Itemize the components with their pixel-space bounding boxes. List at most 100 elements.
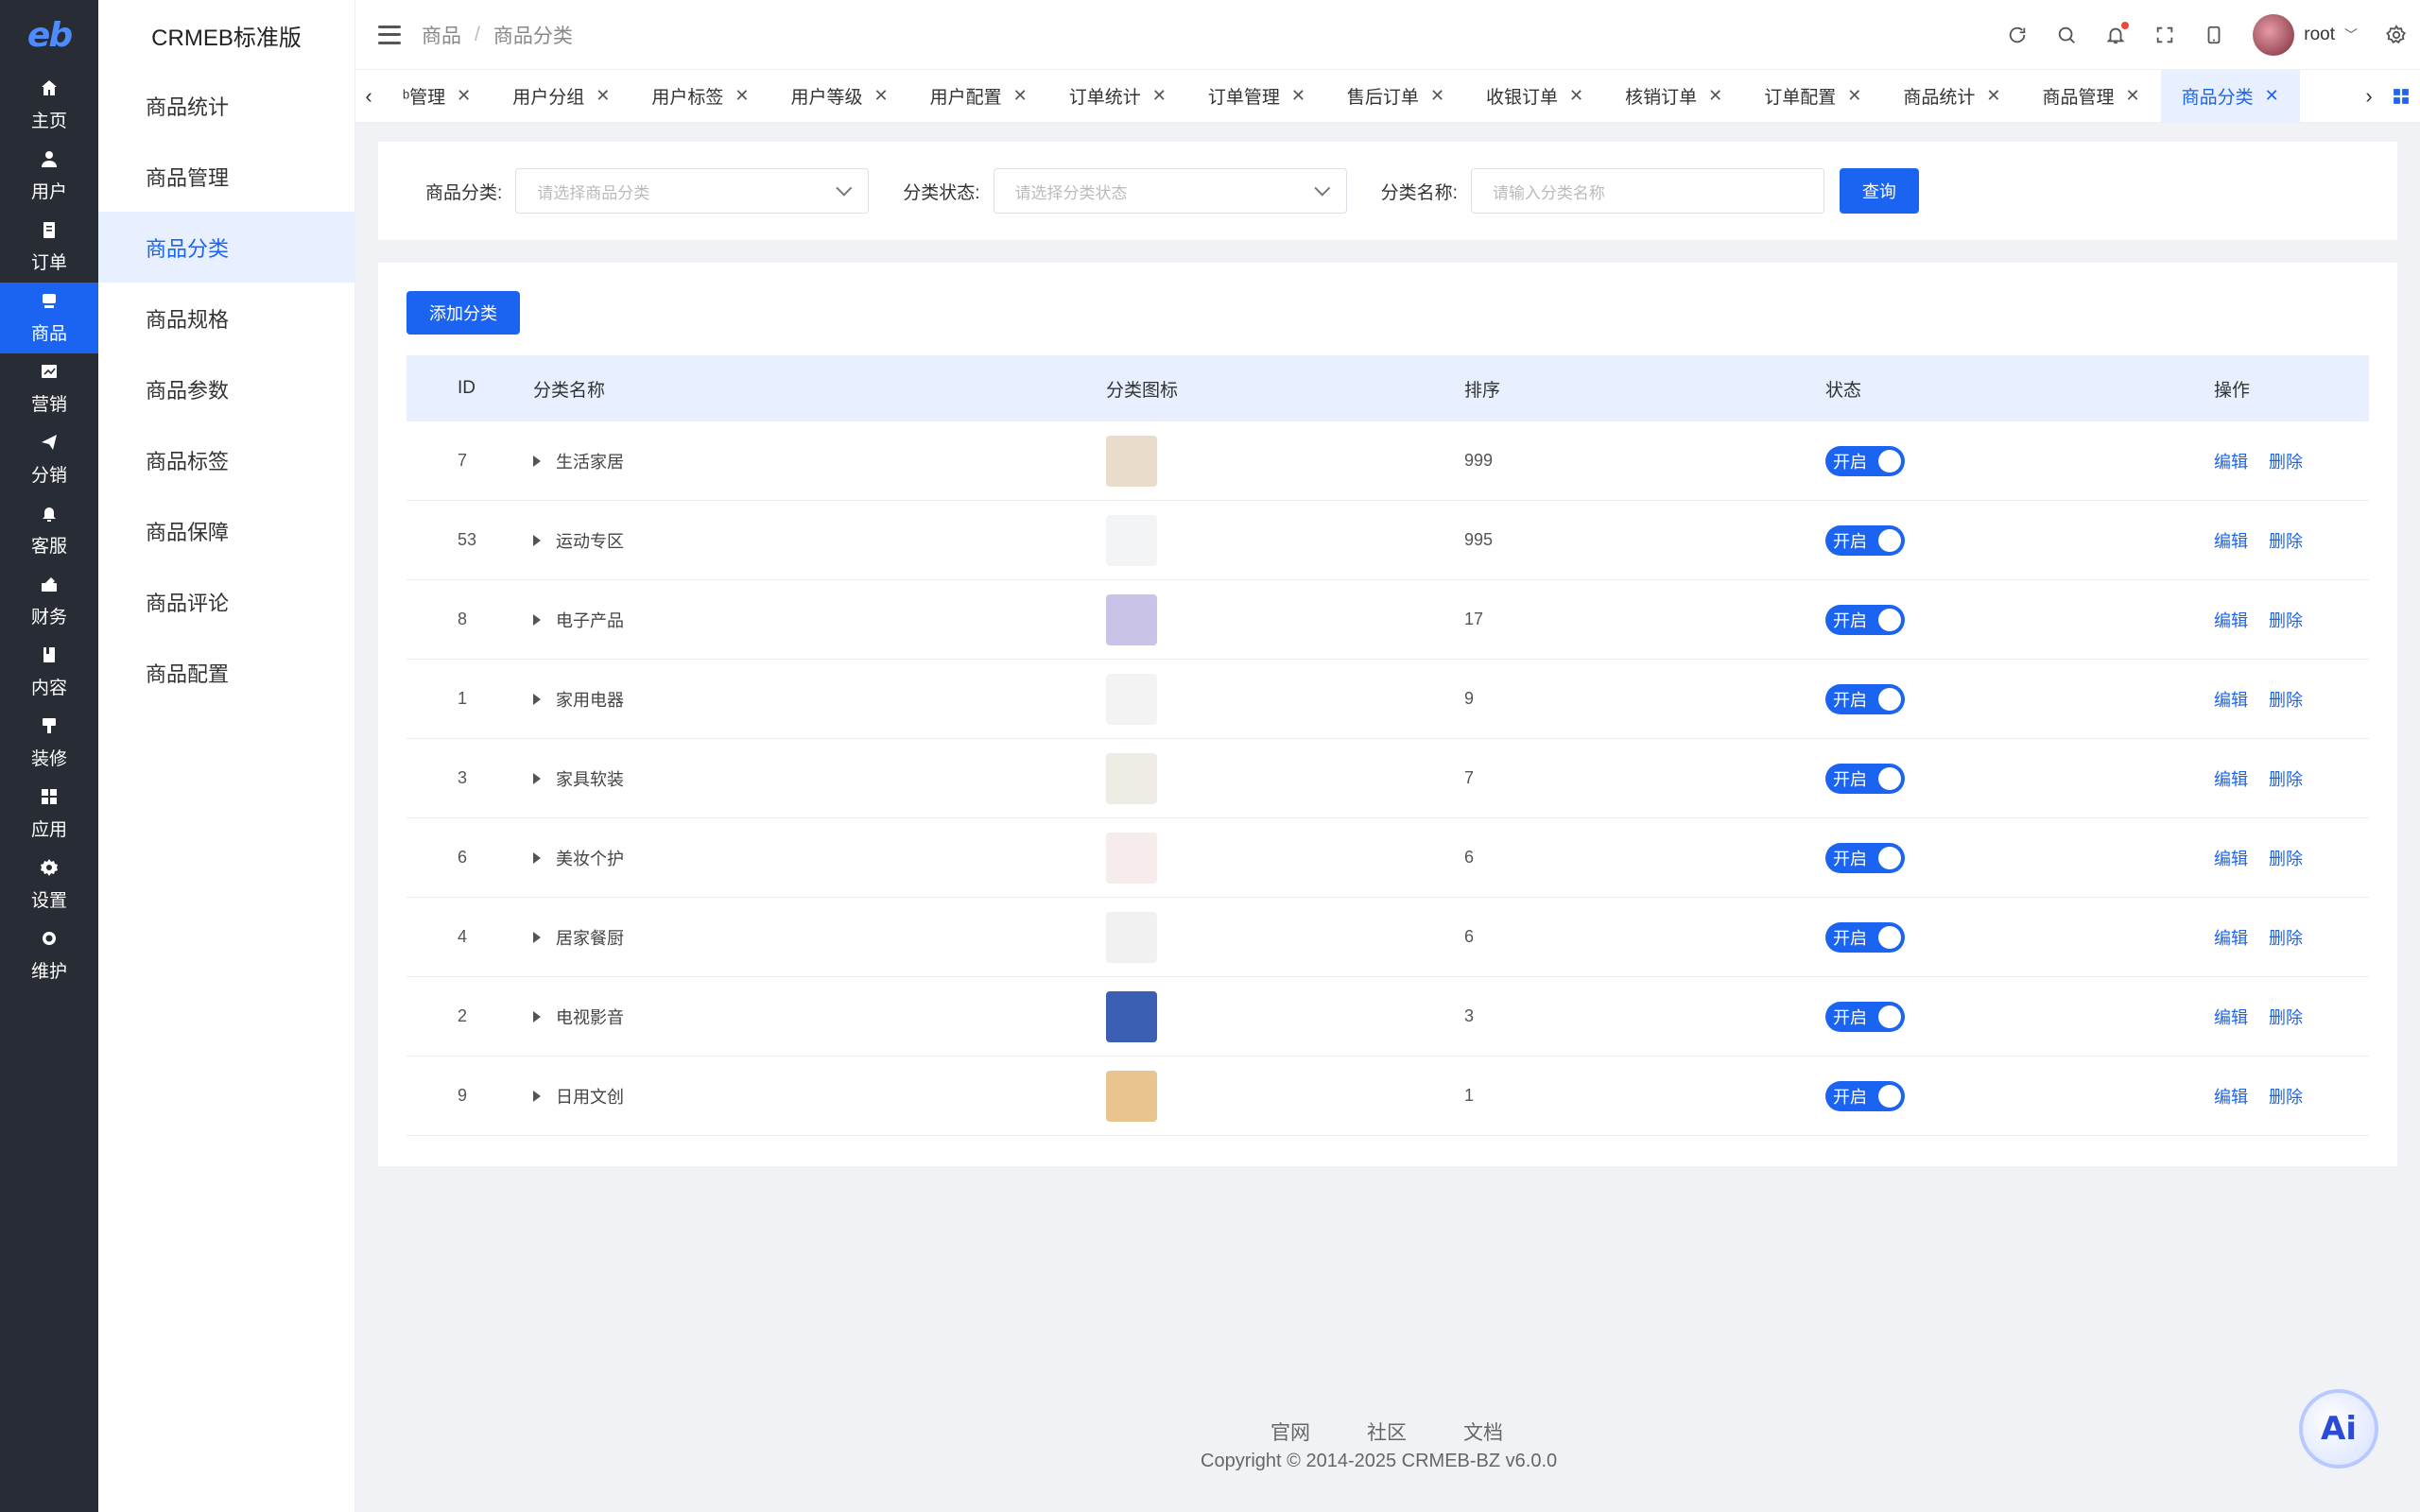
close-icon[interactable]: ✕ bbox=[1013, 86, 1028, 106]
rail-item-2[interactable]: 订单 bbox=[0, 212, 98, 283]
tab-scroll-left-icon[interactable]: ‹ bbox=[355, 84, 382, 109]
delete-link[interactable]: 删除 bbox=[2269, 449, 2303, 473]
close-icon[interactable]: ✕ bbox=[1708, 86, 1722, 106]
expand-caret-icon[interactable] bbox=[533, 931, 541, 943]
rail-item-9[interactable]: 装修 bbox=[0, 708, 98, 779]
edit-link[interactable]: 编辑 bbox=[2214, 925, 2248, 950]
delete-link[interactable]: 删除 bbox=[2269, 846, 2303, 870]
delete-link[interactable]: 删除 bbox=[2269, 608, 2303, 632]
close-icon[interactable]: ✕ bbox=[1847, 86, 1861, 106]
logo[interactable]: eb bbox=[0, 0, 98, 70]
close-icon[interactable]: ✕ bbox=[457, 86, 471, 106]
tab-item[interactable]: 用户配置 ✕ bbox=[909, 70, 1048, 123]
subnav-item-5[interactable]: 商品标签 bbox=[98, 424, 354, 495]
rail-item-1[interactable]: 用户 bbox=[0, 141, 98, 212]
rail-item-6[interactable]: 客服 bbox=[0, 495, 98, 566]
rail-item-11[interactable]: 设置 bbox=[0, 850, 98, 920]
delete-link[interactable]: 删除 bbox=[2269, 687, 2303, 712]
tab-item[interactable]: 订单统计 ✕ bbox=[1048, 70, 1187, 123]
expand-caret-icon[interactable] bbox=[533, 772, 541, 784]
category-select[interactable]: 请选择商品分类 bbox=[515, 168, 870, 214]
delete-link[interactable]: 删除 bbox=[2269, 1084, 2303, 1108]
close-icon[interactable]: ✕ bbox=[596, 86, 610, 106]
status-toggle[interactable]: 开启 bbox=[1825, 1080, 1905, 1111]
edit-link[interactable]: 编辑 bbox=[2214, 528, 2248, 553]
tab-item[interactable]: 订单管理 ✕ bbox=[1187, 70, 1326, 123]
tab-item[interactable]: 售后订单 ✕ bbox=[1326, 70, 1465, 123]
subnav-item-3[interactable]: 商品规格 bbox=[98, 283, 354, 353]
settings-gear-icon[interactable] bbox=[2386, 24, 2407, 45]
tab-item[interactable]: 收银订单 ✕ bbox=[1465, 70, 1604, 123]
delete-link[interactable]: 删除 bbox=[2269, 1005, 2303, 1029]
search-icon[interactable] bbox=[2056, 25, 2077, 45]
status-toggle[interactable]: 开启 bbox=[1825, 921, 1905, 953]
close-icon[interactable]: ✕ bbox=[1569, 86, 1583, 106]
tab-item[interactable]: 核销订单 ✕ bbox=[1604, 70, 1743, 123]
rail-item-0[interactable]: 主页 bbox=[0, 70, 98, 141]
menu-toggle-icon[interactable] bbox=[378, 25, 401, 44]
subnav-item-6[interactable]: 商品保障 bbox=[98, 495, 354, 566]
tab-item[interactable]: 商品管理 ✕ bbox=[2021, 70, 2160, 123]
subnav-item-1[interactable]: 商品管理 bbox=[98, 141, 354, 212]
tab-item[interactable]: 用户标签 ✕ bbox=[631, 70, 769, 123]
expand-caret-icon[interactable] bbox=[533, 1090, 541, 1102]
add-category-button[interactable]: 添加分类 bbox=[406, 291, 520, 335]
fullscreen-icon[interactable] bbox=[2154, 25, 2175, 45]
edit-link[interactable]: 编辑 bbox=[2214, 1084, 2248, 1108]
footer-link[interactable]: 官网 bbox=[1270, 1418, 1310, 1446]
status-toggle[interactable]: 开启 bbox=[1825, 524, 1905, 556]
tab-item[interactable]: ᵇ管理 ✕ bbox=[382, 70, 492, 123]
rail-item-10[interactable]: 应用 bbox=[0, 779, 98, 850]
subnav-item-8[interactable]: 商品配置 bbox=[98, 637, 354, 708]
notification-bell-icon[interactable] bbox=[2105, 21, 2130, 45]
user-menu[interactable]: root ﹀ bbox=[2253, 13, 2358, 56]
delete-link[interactable]: 删除 bbox=[2269, 528, 2303, 553]
status-toggle[interactable]: 开启 bbox=[1825, 842, 1905, 873]
status-toggle[interactable]: 开启 bbox=[1825, 763, 1905, 794]
edit-link[interactable]: 编辑 bbox=[2214, 766, 2248, 791]
rail-item-8[interactable]: 内容 bbox=[0, 637, 98, 708]
subnav-item-7[interactable]: 商品评论 bbox=[98, 566, 354, 637]
tab-item[interactable]: 商品统计 ✕ bbox=[1882, 70, 2021, 123]
status-toggle[interactable]: 开启 bbox=[1825, 683, 1905, 714]
breadcrumb-item[interactable]: 商品 bbox=[422, 21, 461, 49]
expand-caret-icon[interactable] bbox=[533, 851, 541, 864]
close-icon[interactable]: ✕ bbox=[2265, 86, 2279, 106]
ai-assistant-button[interactable]: Ai bbox=[2299, 1389, 2378, 1469]
status-toggle[interactable]: 开启 bbox=[1825, 1001, 1905, 1032]
tab-scroll-right-icon[interactable]: › bbox=[2356, 84, 2382, 109]
subnav-item-2[interactable]: 商品分类 bbox=[98, 212, 354, 283]
expand-caret-icon[interactable] bbox=[533, 613, 541, 626]
refresh-icon[interactable] bbox=[2007, 25, 2028, 45]
rail-item-12[interactable]: 维护 bbox=[0, 920, 98, 991]
close-icon[interactable]: ✕ bbox=[1291, 86, 1305, 106]
expand-caret-icon[interactable] bbox=[533, 693, 541, 705]
tab-item[interactable]: 订单配置 ✕ bbox=[1743, 70, 1882, 123]
close-icon[interactable]: ✕ bbox=[1986, 86, 2000, 106]
tab-item[interactable]: 用户等级 ✕ bbox=[769, 70, 908, 123]
delete-link[interactable]: 删除 bbox=[2269, 766, 2303, 791]
edit-link[interactable]: 编辑 bbox=[2214, 846, 2248, 870]
query-button[interactable]: 查询 bbox=[1839, 168, 1919, 214]
rail-item-4[interactable]: 营销 bbox=[0, 353, 98, 424]
tablet-icon[interactable] bbox=[2204, 25, 2224, 45]
expand-caret-icon[interactable] bbox=[533, 455, 541, 467]
edit-link[interactable]: 编辑 bbox=[2214, 1005, 2248, 1029]
rail-item-7[interactable]: 财务 bbox=[0, 566, 98, 637]
close-icon[interactable]: ✕ bbox=[735, 86, 749, 106]
expand-caret-icon[interactable] bbox=[533, 1010, 541, 1022]
subnav-item-4[interactable]: 商品参数 bbox=[98, 353, 354, 424]
edit-link[interactable]: 编辑 bbox=[2214, 608, 2248, 632]
delete-link[interactable]: 删除 bbox=[2269, 925, 2303, 950]
subnav-item-0[interactable]: 商品统计 bbox=[98, 70, 354, 141]
status-toggle[interactable]: 开启 bbox=[1825, 445, 1905, 476]
rail-item-3[interactable]: 商品 bbox=[0, 283, 98, 353]
status-toggle[interactable]: 开启 bbox=[1825, 604, 1905, 635]
close-icon[interactable]: ✕ bbox=[1152, 86, 1167, 106]
status-select[interactable]: 请选择分类状态 bbox=[993, 168, 1347, 214]
close-icon[interactable]: ✕ bbox=[874, 86, 889, 106]
tab-item[interactable]: 商品分类 ✕ bbox=[2160, 69, 2300, 123]
rail-item-5[interactable]: 分销 bbox=[0, 424, 98, 495]
footer-link[interactable]: 社区 bbox=[1367, 1418, 1407, 1446]
expand-caret-icon[interactable] bbox=[533, 534, 541, 546]
